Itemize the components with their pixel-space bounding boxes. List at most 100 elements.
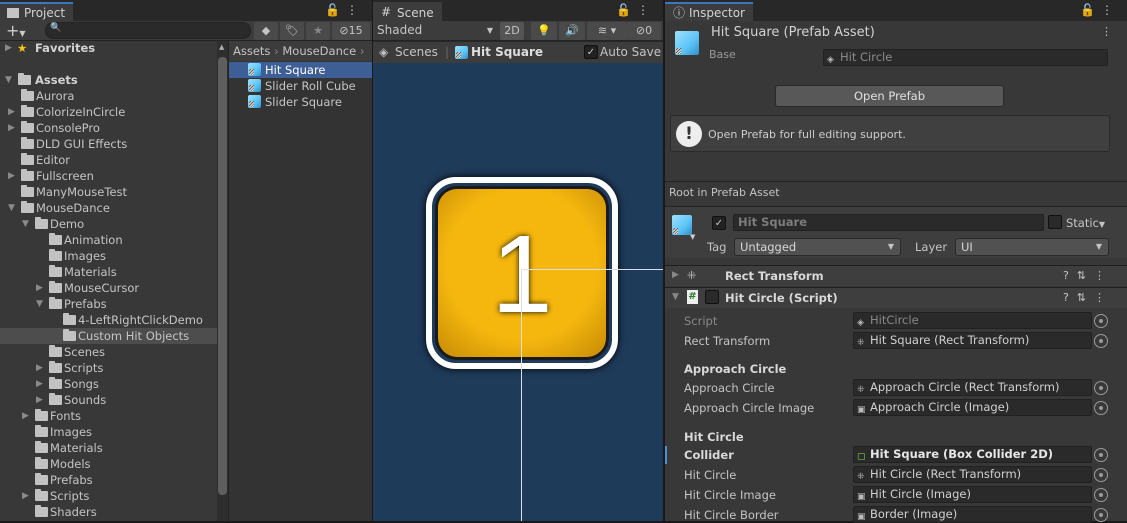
expand-arrow-icon[interactable]: ▶ <box>672 270 679 280</box>
shading-dropdown[interactable]: Shaded ▼ <box>377 23 493 37</box>
file-item[interactable]: Slider Square <box>229 94 372 110</box>
tree-item[interactable]: ▶ Sounds <box>0 392 217 408</box>
expand-arrow-icon[interactable]: ▶ <box>36 392 43 408</box>
collapse-arrow-icon[interactable]: ▼ <box>672 292 679 302</box>
tree-item[interactable]: Editor <box>0 152 217 168</box>
tree-item[interactable]: ▶ Scripts <box>0 360 217 376</box>
object-picker-icon[interactable] <box>1094 488 1108 502</box>
tree-item[interactable]: ▶ ColorizeInCircle <box>0 104 217 120</box>
property-field[interactable]: ▣ Border (Image) <box>853 506 1092 523</box>
tag-dropdown[interactable]: Untagged <box>734 238 901 256</box>
object-picker-icon[interactable] <box>1094 401 1108 415</box>
property-field[interactable]: ⁜ Hit Circle (Rect Transform) <box>853 466 1092 483</box>
tree-item[interactable]: Shaders <box>0 504 217 520</box>
object-picker-icon[interactable] <box>1094 448 1108 462</box>
lighting-toggle[interactable]: 💡 <box>531 22 557 40</box>
tree-item[interactable]: ▼ MouseDance <box>0 200 217 216</box>
tree-item[interactable]: Materials <box>0 264 217 280</box>
lock-menu-icons[interactable]: 🔓⋮ <box>616 3 655 17</box>
expand-arrow-icon[interactable]: ▶ <box>36 280 43 296</box>
tab-project[interactable]: Project <box>0 2 74 21</box>
expand-arrow-icon[interactable]: ▶ <box>22 488 29 504</box>
tree-item[interactable]: ▶ Songs <box>0 376 217 392</box>
effects-toggle[interactable]: ≋ ▾ <box>587 22 627 40</box>
create-button[interactable]: +▼ <box>6 21 26 40</box>
file-item[interactable]: Hit Square <box>229 62 372 78</box>
expand-arrow-icon[interactable]: ▶ <box>36 376 43 392</box>
component-actions[interactable]: ?⇅⋮ <box>1063 269 1113 282</box>
tree-item[interactable]: Images <box>0 424 217 440</box>
tree-item[interactable]: ▶ Scripts <box>0 488 217 504</box>
component-hit-circle-script[interactable]: ▼ # Hit Circle (Script) ?⇅⋮ <box>665 287 1127 308</box>
tree-item[interactable]: Animation <box>0 232 217 248</box>
collapse-arrow-icon[interactable]: ▼ <box>22 216 29 232</box>
expand-arrow-icon[interactable]: ▶ <box>5 40 12 56</box>
component-actions[interactable]: ?⇅⋮ <box>1063 291 1113 304</box>
component-enabled-checkbox[interactable] <box>705 290 719 304</box>
tree-item[interactable]: ▼ Prefabs <box>0 296 217 312</box>
prefab-breadcrumb[interactable]: Hit Square <box>471 45 543 59</box>
file-item[interactable]: Slider Roll Cube <box>229 78 372 94</box>
collapse-arrow-icon[interactable]: ▼ <box>5 72 12 88</box>
2d-toggle[interactable]: 2D <box>500 22 524 40</box>
scenes-breadcrumb[interactable]: Scenes <box>395 45 438 59</box>
breadcrumb-item[interactable]: MouseDance <box>282 44 356 58</box>
auto-save-checkbox[interactable]: ✓ <box>584 45 598 59</box>
scroll-up-icon[interactable]: ▲ <box>219 43 224 51</box>
filter-type-button[interactable]: ◆ <box>254 22 278 40</box>
property-field[interactable]: ◈ HitCircle <box>853 312 1092 329</box>
tree-item[interactable]: ManyMouseTest <box>0 184 217 200</box>
tree-item[interactable]: Aurora <box>0 88 217 104</box>
expand-arrow-icon[interactable]: ▶ <box>22 408 29 424</box>
expand-arrow-icon[interactable]: ▶ <box>8 104 15 120</box>
inspector-menu-icon[interactable]: ⋮ <box>1101 25 1112 38</box>
expand-arrow-icon[interactable]: ▶ <box>8 168 15 184</box>
icon-dropdown-icon[interactable]: ▼ <box>690 233 695 241</box>
hidden-packages-button[interactable]: ⊘15 <box>332 22 370 40</box>
search-input[interactable] <box>45 22 251 39</box>
object-picker-icon[interactable] <box>1094 508 1108 522</box>
open-prefab-button[interactable]: Open Prefab <box>775 85 1004 107</box>
tab-scene[interactable]: # Scene <box>373 2 442 21</box>
tree-scrollbar[interactable]: ▲ <box>217 41 228 521</box>
tree-item[interactable]: ▶ ConsolePro <box>0 120 217 136</box>
property-field[interactable]: ▣ Hit Circle (Image) <box>853 486 1092 503</box>
scrollbar-thumb[interactable] <box>218 57 227 495</box>
component-rect-transform[interactable]: ▶ ⁜ Rect Transform ?⇅⋮ <box>665 265 1127 286</box>
breadcrumb-item[interactable]: Assets <box>233 44 270 58</box>
tree-item[interactable]: ▼ Demo <box>0 216 217 232</box>
tree-item-assets[interactable]: ▼ Assets <box>0 72 217 88</box>
tab-inspector[interactable]: ⓘ Inspector <box>665 2 753 21</box>
lock-menu-icons[interactable]: 🔓⋮ <box>325 3 364 17</box>
expand-arrow-icon[interactable]: ▶ <box>36 360 43 376</box>
static-checkbox[interactable] <box>1048 215 1062 229</box>
hit-square-sprite[interactable]: 1 <box>426 177 618 369</box>
tree-item[interactable]: Custom Hit Objects <box>0 328 217 344</box>
audio-toggle[interactable]: 🔊 <box>559 22 585 40</box>
property-field[interactable]: ⁜ Approach Circle (Rect Transform) <box>853 379 1092 396</box>
filter-label-button[interactable]: 🏷 <box>280 22 304 40</box>
object-picker-icon[interactable] <box>1094 334 1108 348</box>
tree-item[interactable]: Scenes <box>0 344 217 360</box>
tree-item[interactable]: ▶ Fullscreen <box>0 168 217 184</box>
property-field[interactable]: ▢ Hit Square (Box Collider 2D) <box>853 446 1092 463</box>
active-checkbox[interactable]: ✓ <box>712 216 726 230</box>
collapse-arrow-icon[interactable]: ▼ <box>8 200 15 216</box>
object-picker-icon[interactable] <box>1094 381 1108 395</box>
tree-item[interactable]: ▶ Fonts <box>0 408 217 424</box>
object-picker-icon[interactable] <box>1094 468 1108 482</box>
tree-item[interactable]: Models <box>0 456 217 472</box>
expand-arrow-icon[interactable]: ▶ <box>8 120 15 136</box>
tree-item-favorites[interactable]: ▶ ★ Favorites <box>0 40 217 56</box>
layer-dropdown[interactable]: UI <box>955 238 1109 256</box>
scene-visibility-button[interactable]: ⊘0 <box>627 22 661 40</box>
tree-item[interactable]: 4-LeftRightClickDemo <box>0 312 217 328</box>
collapse-arrow-icon[interactable]: ▼ <box>36 296 43 312</box>
scene-view[interactable]: 1 <box>373 63 663 521</box>
tree-item[interactable]: Images <box>0 248 217 264</box>
favorite-star-button[interactable]: ★ <box>306 22 330 40</box>
object-name-input[interactable]: Hit Square <box>733 214 1044 231</box>
tree-item[interactable]: Materials <box>0 440 217 456</box>
property-field[interactable]: ▣ Approach Circle (Image) <box>853 399 1092 416</box>
tree-item[interactable]: ▶ MouseCursor <box>0 280 217 296</box>
